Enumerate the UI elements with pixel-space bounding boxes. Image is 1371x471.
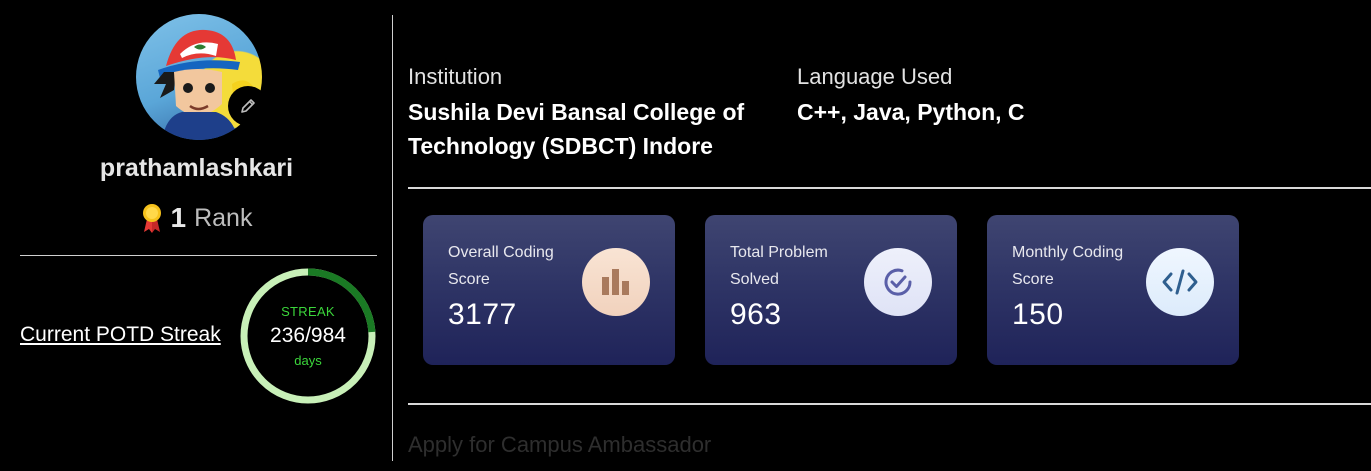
rank-row: 1 Rank bbox=[0, 202, 393, 234]
streak-progress-ring: STREAK 236/984 days bbox=[238, 266, 378, 406]
code-icon bbox=[1146, 248, 1214, 316]
check-circle-icon bbox=[864, 248, 932, 316]
bar-chart-icon bbox=[582, 248, 650, 316]
card-title: Monthly Coding Score bbox=[1012, 244, 1124, 288]
rank-medal-icon bbox=[142, 204, 161, 233]
potd-streak-link[interactable]: Current POTD Streak bbox=[20, 323, 221, 347]
avatar-container bbox=[136, 14, 268, 140]
streak-unit: days bbox=[294, 353, 322, 368]
profile-panel: prathamlashkari 1 Rank Current POTD Stre… bbox=[0, 0, 393, 471]
cards-divider bbox=[408, 403, 1371, 405]
details-divider bbox=[408, 187, 1371, 189]
edit-avatar-button[interactable] bbox=[228, 86, 268, 126]
apply-campus-ambassador-link[interactable]: Apply for Campus Ambassador bbox=[408, 432, 711, 458]
institution-label: Institution bbox=[408, 64, 503, 89]
left-divider bbox=[20, 255, 377, 256]
card-value: 3177 bbox=[448, 298, 517, 331]
language-value: C++, Java, Python, C bbox=[797, 99, 1025, 125]
card-title: Overall Coding Score bbox=[448, 244, 554, 288]
monthly-coding-score-card: Monthly Coding Score 150 bbox=[987, 215, 1239, 365]
language-label: Language Used bbox=[797, 64, 953, 89]
streak-value: 236/984 bbox=[270, 324, 346, 347]
card-value: 150 bbox=[1012, 298, 1064, 331]
panel-divider bbox=[392, 15, 393, 461]
streak-text-block: STREAK 236/984 days bbox=[238, 266, 378, 406]
rank-label: Rank bbox=[194, 203, 253, 232]
pencil-icon bbox=[241, 99, 255, 113]
username: prathamlashkari bbox=[99, 154, 294, 182]
card-value: 963 bbox=[730, 298, 782, 331]
card-title: Total Problem Solved bbox=[730, 244, 828, 288]
total-problem-solved-card: Total Problem Solved 963 bbox=[705, 215, 957, 365]
rank-number: 1 bbox=[170, 202, 187, 233]
streak-label: STREAK bbox=[281, 304, 335, 319]
overall-coding-score-card: Overall Coding Score 3177 bbox=[423, 215, 675, 365]
institution-value: Sushila Devi Bansal College of Technolog… bbox=[408, 99, 745, 159]
